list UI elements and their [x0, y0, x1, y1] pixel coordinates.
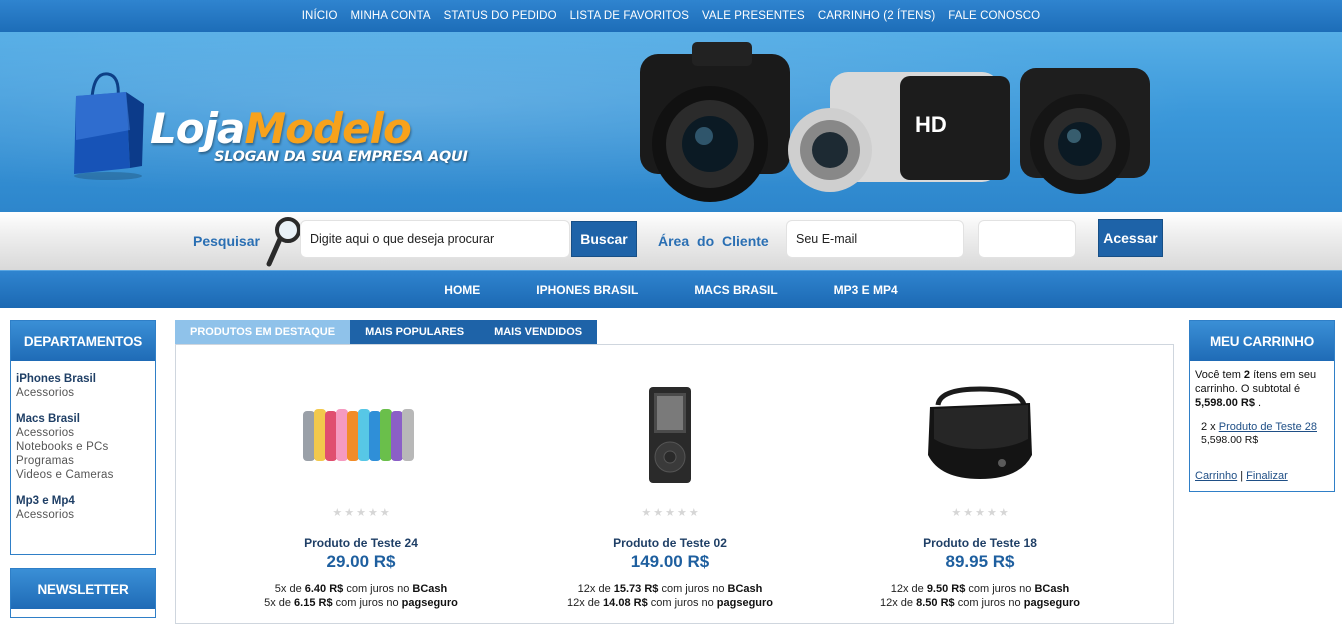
- top-nav-minha-conta[interactable]: MINHA CONTA: [344, 10, 437, 22]
- product-image[interactable]: [850, 385, 1110, 485]
- product-price: 29.00 R$: [326, 552, 396, 571]
- login-button[interactable]: Acessar: [1098, 219, 1163, 257]
- top-nav-lista-favoritos[interactable]: LISTA DE FAVORITOS: [563, 10, 695, 22]
- search-label: Pesquisar: [193, 233, 260, 249]
- store-logo[interactable]: LojaModelo: [150, 104, 412, 153]
- cart-link[interactable]: Carrinho: [1195, 470, 1237, 482]
- rating-stars: ★ ★ ★ ★ ★: [641, 507, 699, 519]
- top-nav-inicio[interactable]: INÍCIO: [295, 10, 344, 22]
- dept-macs-videos[interactable]: Videos e Cameras: [16, 468, 150, 482]
- tab-mais-populares[interactable]: MAIS POPULARES: [350, 320, 480, 344]
- product-price: 149.00 R$: [630, 552, 710, 571]
- dept-macs-brasil[interactable]: Macs Brasil: [16, 412, 150, 426]
- search-button[interactable]: Buscar: [571, 221, 637, 257]
- main-nav-macs-brasil[interactable]: MACS BRASIL: [666, 283, 805, 297]
- dept-iphones-acessorios[interactable]: Acessorios: [16, 386, 150, 400]
- ipod-nano-image: [649, 387, 691, 483]
- product-card: ★ ★ ★ ★ ★ Produto de Teste 18 89.95 R$ 12x d…: [850, 385, 1110, 610]
- cart-product-link[interactable]: Produto de Teste 28: [1219, 421, 1317, 433]
- cart-line-price: 5,598.00 R$: [1201, 434, 1259, 446]
- product-price: 89.95 R$: [945, 552, 1015, 571]
- departments-title: DEPARTAMENTOS: [11, 321, 155, 361]
- product-installments: 12x de 15.73 R$ com juros no BCash 12x d…: [566, 583, 774, 609]
- search-input[interactable]: Digite aqui o que deseja procurar: [300, 220, 570, 258]
- dept-macs-programas[interactable]: Programas: [16, 454, 150, 468]
- black-bag-image: [928, 386, 1032, 479]
- dept-iphones-brasil[interactable]: iPhones Brasil: [16, 372, 150, 386]
- product-name[interactable]: Produto de Teste 24: [231, 536, 491, 550]
- dept-macs-notebooks[interactable]: Notebooks e PCs: [16, 440, 150, 454]
- password-field[interactable]: [978, 220, 1076, 258]
- dept-mp3-mp4[interactable]: Mp3 e Mp4: [16, 494, 150, 508]
- finish-link[interactable]: Finalizar: [1246, 470, 1288, 482]
- top-navigation: INÍCIO MINHA CONTA STATUS DO PEDIDO LIST…: [0, 0, 1342, 32]
- product-name[interactable]: Produto de Teste 18: [850, 536, 1110, 550]
- rating-stars: ★ ★ ★ ★ ★: [332, 507, 390, 519]
- main-nav-iphones-brasil[interactable]: IPHONES BRASIL: [508, 283, 666, 297]
- top-nav-fale-conosco[interactable]: FALE CONOSCO: [942, 10, 1047, 22]
- colorful-socks-image: [303, 409, 414, 461]
- product-installments: 5x de 6.40 R$ com juros no BCash 5x de 6…: [264, 583, 458, 609]
- main-navigation: HOME IPHONES BRASIL MACS BRASIL MP3 E MP…: [0, 270, 1342, 308]
- departments-box: DEPARTAMENTOS iPhones Brasil Acessorios …: [10, 320, 156, 555]
- product-image[interactable]: [540, 385, 800, 485]
- banner-hd-text: HD: [915, 112, 947, 137]
- dept-macs-acessorios[interactable]: Acessorios: [16, 426, 150, 440]
- cart-box: MEU CARRINHO Você tem 2 ítens em seu car…: [1189, 320, 1335, 492]
- header-banner: LojaModelo SLOGAN DA SUA EMPRESA AQUI HD: [0, 32, 1342, 212]
- client-area-label: Área do Cliente: [658, 233, 769, 249]
- top-nav-vale-presentes[interactable]: VALE PRESENTES: [696, 10, 812, 22]
- newsletter-box: NEWSLETTER: [10, 568, 156, 618]
- main-nav-mp3-mp4[interactable]: MP3 E MP4: [806, 283, 926, 297]
- tab-produtos-destaque[interactable]: PRODUTOS EM DESTAQUE: [175, 320, 351, 344]
- email-field[interactable]: Seu E-mail: [786, 220, 964, 258]
- product-installments: 12x de 9.50 R$ com juros no BCash 12x de…: [880, 583, 1080, 609]
- product-card: ★ ★ ★ ★ ★ Produto de Teste 02 149.00 R$ 12x …: [540, 385, 800, 610]
- product-image[interactable]: [231, 385, 491, 485]
- top-nav-carrinho[interactable]: CARRINHO (2 ÍTENS): [811, 10, 941, 22]
- store-slogan: SLOGAN DA SUA EMPRESA AQUI: [214, 149, 468, 165]
- cart-summary: Você tem 2 ítens em seu carrinho. O subt…: [1190, 361, 1334, 491]
- cameras-banner-image: HD: [640, 42, 1150, 202]
- newsletter-title: NEWSLETTER: [11, 569, 155, 609]
- product-card: ★ ★ ★ ★ ★ Produto de Teste 24 29.00 R$ 5x de…: [231, 385, 491, 610]
- product-tabs: PRODUTOS EM DESTAQUE MAIS POPULARES MAIS…: [175, 320, 598, 344]
- cart-title: MEU CARRINHO: [1190, 321, 1334, 361]
- product-name[interactable]: Produto de Teste 02: [540, 536, 800, 550]
- dept-mp3-acessorios[interactable]: Acessorios: [16, 508, 150, 522]
- products-panel: ★ ★ ★ ★ ★ Produto de Teste 24 29.00 R$ 5x de…: [175, 344, 1174, 624]
- tab-mais-vendidos[interactable]: MAIS VENDIDOS: [479, 320, 598, 344]
- main-nav-home[interactable]: HOME: [416, 283, 508, 297]
- shopping-bag-icon: [74, 72, 144, 180]
- top-nav-status-pedido[interactable]: STATUS DO PEDIDO: [437, 10, 563, 22]
- rating-stars: ★ ★ ★ ★ ★: [951, 507, 1009, 519]
